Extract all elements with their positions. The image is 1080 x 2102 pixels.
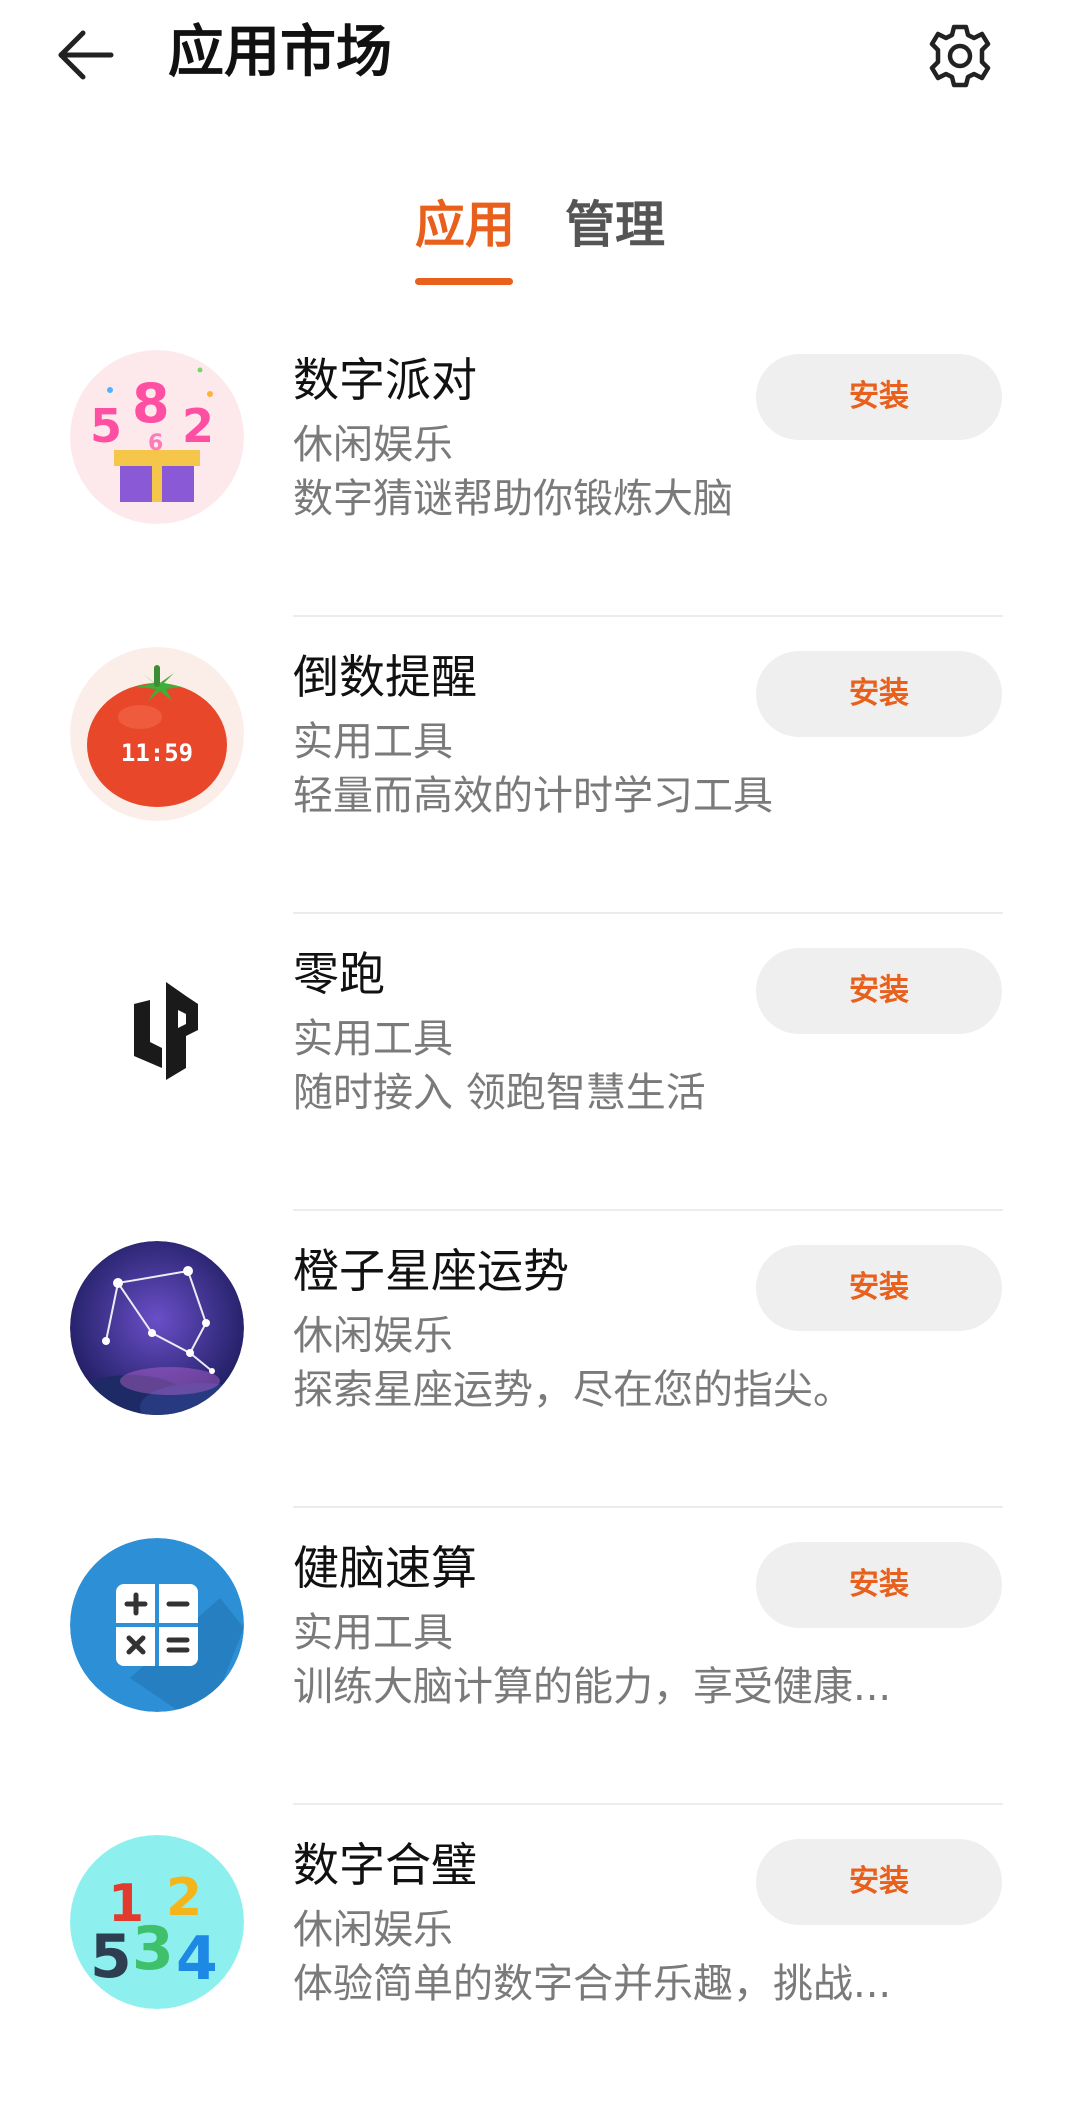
app-description: 随时接入 领跑智慧生活 (293, 1070, 706, 1116)
app-category: 实用工具 (293, 1016, 453, 1062)
install-button[interactable]: 安装 (756, 354, 1002, 440)
tomato-timer-icon: 11:59 (70, 647, 244, 821)
list-item[interactable]: 零跑 实用工具 随时接入 领跑智慧生活 安装 (0, 914, 1080, 1211)
page-title: 应用市场 (168, 20, 392, 85)
svg-text:4: 4 (176, 1924, 218, 1994)
app-category: 实用工具 (293, 1610, 453, 1656)
list-item[interactable]: 11:59 倒数提醒 实用工具 轻量而高效的计时学习工具 安装 (0, 617, 1080, 914)
svg-text:8: 8 (132, 372, 170, 435)
app-list: 5 8 2 6 数字派对 休闲娱乐 数字猜谜帮助你锻炼大脑 安装 11:59 倒… (0, 320, 1080, 2102)
list-item[interactable]: 健脑速算 实用工具 训练大脑计算的能力，享受健康... 安装 (0, 1508, 1080, 1805)
svg-text:2: 2 (182, 399, 214, 453)
app-description: 体验简单的数字合并乐趣，挑战... (293, 1961, 892, 2007)
app-name: 健脑速算 (293, 1541, 477, 1595)
svg-text:3: 3 (132, 1914, 174, 1984)
install-button[interactable]: 安装 (756, 1542, 1002, 1628)
list-item[interactable]: 5 8 2 6 数字派对 休闲娱乐 数字猜谜帮助你锻炼大脑 安装 (0, 320, 1080, 617)
icon-time-text: 11:59 (121, 739, 193, 767)
list-item[interactable]: 1 2 5 3 4 数字合璧 休闲娱乐 体验简单的数字合并乐趣，挑战... 安装 (0, 1805, 1080, 2102)
leapmotor-logo-icon (70, 944, 244, 1118)
app-description: 训练大脑计算的能力，享受健康... (293, 1664, 892, 1710)
gear-icon (929, 24, 991, 88)
app-name: 倒数提醒 (293, 650, 477, 704)
back-arrow-icon (58, 30, 114, 80)
top-app-bar: 应用市场 (0, 0, 1080, 110)
app-name: 数字合璧 (293, 1838, 477, 1892)
tab-apps[interactable]: 应用 (410, 190, 520, 290)
app-category: 休闲娱乐 (293, 1907, 453, 1953)
app-name: 橙子星座运势 (293, 1244, 569, 1298)
calculator-icon (70, 1538, 244, 1712)
app-description: 轻量而高效的计时学习工具 (293, 773, 773, 819)
tab-active-indicator (415, 278, 513, 285)
app-name: 数字派对 (293, 353, 477, 407)
install-button[interactable]: 安装 (756, 1245, 1002, 1331)
settings-button[interactable] (912, 8, 1008, 104)
app-category: 实用工具 (293, 719, 453, 765)
app-description: 数字猜谜帮助你锻炼大脑 (293, 476, 733, 522)
number-merge-icon: 1 2 5 3 4 (70, 1835, 244, 2009)
app-name: 零跑 (293, 947, 385, 1001)
tab-bar: 应用 管理 (0, 190, 1080, 300)
install-button[interactable]: 安装 (756, 948, 1002, 1034)
constellation-icon (70, 1241, 244, 1415)
list-item[interactable]: 橙子星座运势 休闲娱乐 探索星座运势，尽在您的指尖。 安装 (0, 1211, 1080, 1508)
app-category: 休闲娱乐 (293, 1313, 453, 1359)
tab-manage[interactable]: 管理 (560, 190, 670, 290)
svg-text:5: 5 (90, 1922, 132, 1992)
back-button[interactable] (40, 10, 130, 100)
svg-text:6: 6 (148, 431, 163, 456)
install-button[interactable]: 安装 (756, 1839, 1002, 1925)
app-description: 探索星座运势，尽在您的指尖。 (293, 1367, 853, 1413)
number-party-icon: 5 8 2 6 (70, 350, 244, 524)
app-category: 休闲娱乐 (293, 422, 453, 468)
svg-text:5: 5 (90, 399, 122, 453)
install-button[interactable]: 安装 (756, 651, 1002, 737)
